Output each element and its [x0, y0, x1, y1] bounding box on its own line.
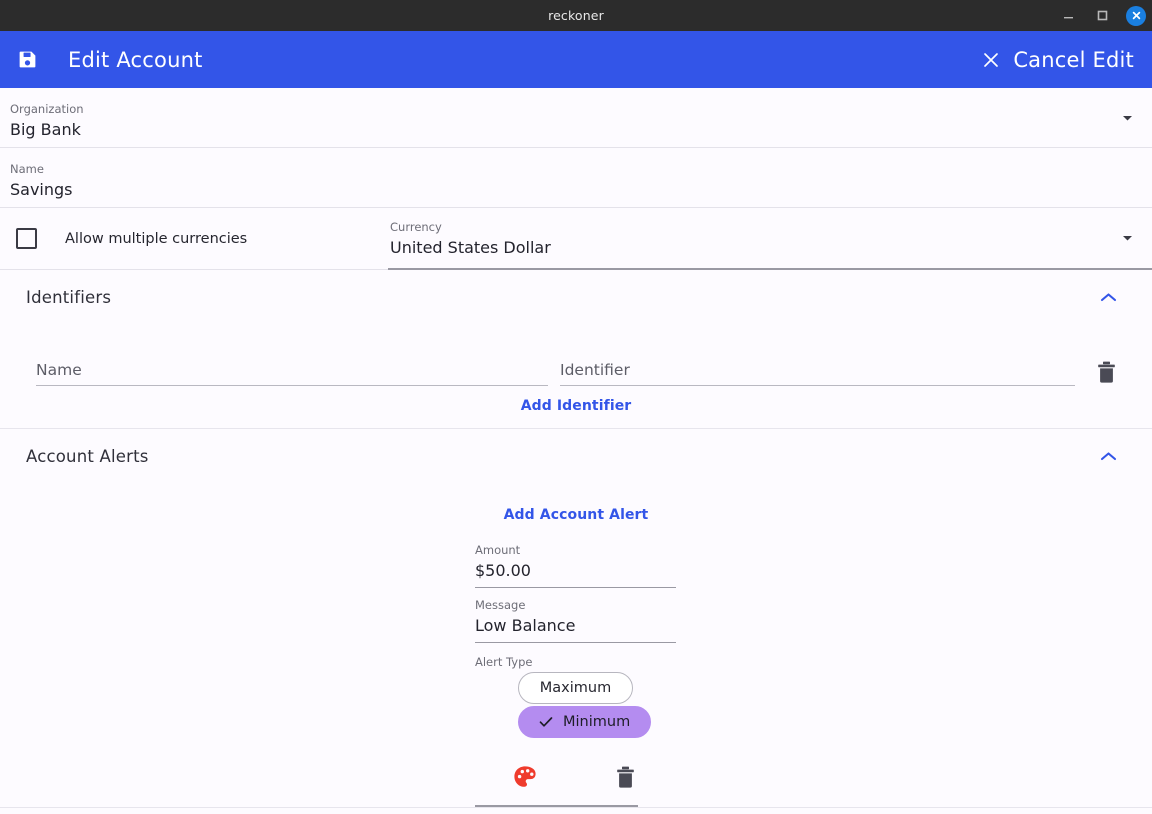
add-identifier-row: Add Identifier — [0, 386, 1152, 428]
organization-value: Big Bank — [10, 120, 81, 139]
identifier-value-input[interactable]: Identifier — [560, 360, 1075, 386]
account-alerts-section-title: Account Alerts — [26, 446, 149, 466]
alert-type-option-minimum[interactable]: Minimum — [518, 706, 652, 738]
identifier-value-placeholder: Identifier — [560, 361, 630, 379]
allow-multiple-currencies-label: Allow multiple currencies — [65, 230, 248, 247]
identifiers-section-header[interactable]: Identifiers — [0, 270, 1152, 324]
palette-icon — [512, 764, 538, 790]
identifier-row: Name Identifier — [0, 324, 1152, 386]
trash-icon — [1097, 361, 1116, 384]
cancel-edit-button[interactable]: Cancel Edit — [980, 48, 1134, 72]
alert-type-label: Alert Type — [475, 655, 533, 669]
window-titlebar: reckoner — [0, 0, 1152, 31]
page-title: Edit Account — [68, 47, 203, 72]
alert-color-button[interactable] — [475, 760, 575, 794]
maximize-button[interactable] — [1092, 6, 1112, 26]
save-icon[interactable] — [12, 45, 42, 75]
close-x-icon — [980, 49, 1002, 71]
minimize-button[interactable] — [1058, 6, 1078, 26]
chevron-down-icon[interactable] — [1120, 231, 1134, 245]
alert-type-option-maximum[interactable]: Maximum — [518, 672, 633, 704]
allow-multiple-currencies-checkbox[interactable]: Allow multiple currencies — [0, 208, 388, 269]
cancel-edit-label: Cancel Edit — [1013, 47, 1134, 72]
alert-message-value: Low Balance — [475, 616, 576, 635]
identifier-name-placeholder: Name — [36, 361, 82, 379]
bottom-divider — [0, 807, 1152, 808]
alert-message-field[interactable]: Message Low Balance — [475, 588, 676, 643]
identifier-name-input[interactable]: Name — [36, 360, 548, 386]
add-account-alert-link[interactable]: Add Account Alert — [504, 507, 649, 523]
checkbox-icon[interactable] — [16, 228, 37, 249]
delete-identifier-button[interactable] — [1075, 361, 1137, 386]
account-alerts-section-header[interactable]: Account Alerts — [0, 429, 1152, 483]
add-identifier-link[interactable]: Add Identifier — [521, 398, 632, 414]
name-value: Savings — [10, 180, 73, 199]
alert-message-label: Message — [475, 598, 526, 612]
alert-amount-label: Amount — [475, 543, 521, 557]
window-controls — [1058, 0, 1146, 31]
alert-amount-field[interactable]: Amount $50.00 — [475, 533, 676, 588]
delete-alert-button[interactable] — [575, 760, 675, 794]
currency-row: Allow multiple currencies Currency Unite… — [0, 208, 1152, 270]
name-field[interactable]: Name Savings — [0, 148, 1152, 208]
app-header-left: Edit Account — [12, 45, 203, 75]
alert-type-option-maximum-label: Maximum — [539, 680, 612, 696]
window-title: reckoner — [548, 8, 604, 23]
account-alert-item: Amount $50.00 Message Low Balance Alert … — [0, 533, 1152, 807]
chevron-up-icon[interactable] — [1098, 446, 1118, 466]
chevron-down-icon[interactable] — [1120, 111, 1134, 125]
name-label: Name — [10, 162, 44, 176]
currency-value: United States Dollar — [390, 238, 551, 257]
chevron-up-icon[interactable] — [1098, 287, 1118, 307]
alert-type-option-minimum-label: Minimum — [563, 714, 631, 730]
alert-actions — [475, 738, 676, 794]
trash-icon — [616, 766, 635, 789]
alert-amount-value: $50.00 — [475, 561, 531, 580]
form-content: Organization Big Bank Name Savings Allow… — [0, 88, 1152, 814]
app-header: Edit Account Cancel Edit — [0, 31, 1152, 88]
close-button[interactable] — [1126, 5, 1146, 26]
identifiers-section-title: Identifiers — [26, 287, 112, 307]
add-account-alert-row: Add Account Alert — [0, 483, 1152, 533]
currency-label: Currency — [390, 220, 442, 234]
organization-field[interactable]: Organization Big Bank — [0, 88, 1152, 148]
alert-type-options: Maximum Minimum — [475, 672, 1152, 738]
organization-label: Organization — [10, 102, 84, 116]
currency-field[interactable]: Currency United States Dollar — [388, 208, 1152, 270]
check-icon — [539, 715, 553, 729]
